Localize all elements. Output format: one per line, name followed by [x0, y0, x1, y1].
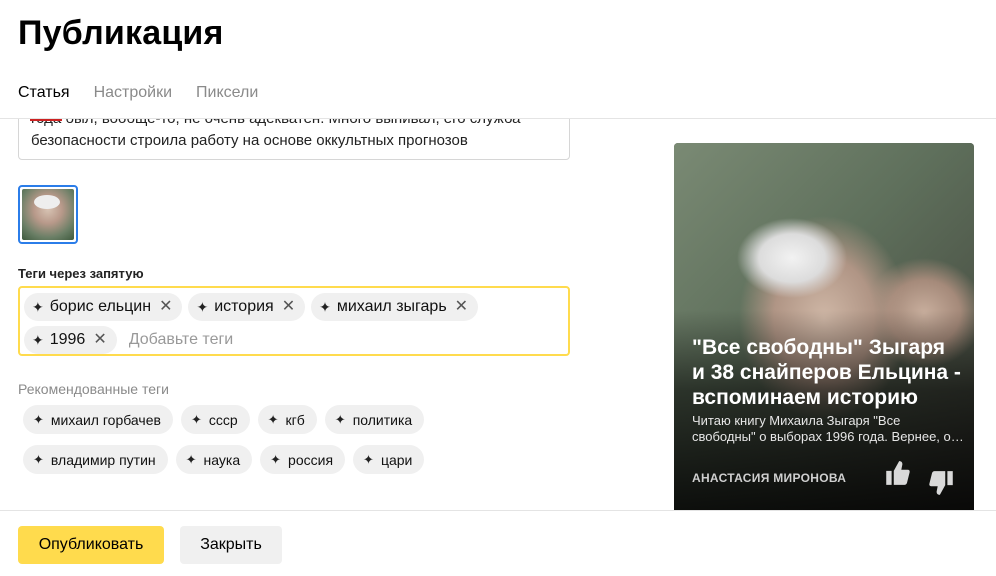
tab-settings[interactable]: Настройки: [94, 84, 172, 102]
sparkle-icon: ✦: [267, 412, 279, 427]
tag-entry-input[interactable]: [128, 330, 349, 349]
tag-label: михаил зыгарь: [336, 297, 447, 315]
tag-chip: ✦ история ✕: [188, 292, 306, 321]
recommended-tag-label: цари: [380, 451, 413, 468]
sparkle-icon: ✦: [363, 452, 374, 467]
article-text-line: безопасности строила работу на основе ок…: [31, 132, 468, 149]
recommended-tag[interactable]: ✦ михаил горбачев: [23, 405, 173, 434]
spellcheck-underline: [30, 119, 62, 121]
thumbs-up-icon[interactable]: [884, 459, 910, 487]
recommended-tag[interactable]: ✦ россия: [260, 445, 346, 474]
close-icon[interactable]: ✕: [282, 298, 295, 315]
recommended-tag[interactable]: ✦ владимир путин: [23, 445, 168, 474]
recommended-tag-label: ссср: [208, 411, 238, 428]
recommended-tags-row: ✦ михаил горбачев ✦ ссср ✦ кгб ✦ политика: [23, 405, 425, 434]
recommended-tag-label: кгб: [285, 411, 305, 428]
tag-chip: ✦ михаил зыгарь ✕: [311, 292, 479, 321]
sparkle-icon: ✦: [32, 331, 44, 348]
sparkle-icon: ✦: [32, 298, 44, 315]
cover-image-thumbnail[interactable]: [18, 185, 78, 244]
recommended-tag-label: михаил горбачев: [50, 411, 161, 428]
sparkle-icon: ✦: [190, 412, 202, 427]
main-content: года был, вообще-то, не очень адекватен.…: [0, 119, 996, 510]
recommended-tag[interactable]: ✦ наука: [175, 445, 253, 474]
card-author: АНАСТАСИЯ МИРОНОВА: [692, 471, 847, 485]
tag-label: 1996: [49, 330, 86, 348]
sparkle-icon: ✦: [33, 452, 44, 467]
recommended-tag[interactable]: ✦ кгб: [257, 405, 317, 434]
tab-pixels[interactable]: Пиксели: [196, 84, 258, 102]
tag-chip: ✦ борис ельцин ✕: [24, 292, 183, 321]
sparkle-icon: ✦: [334, 412, 346, 427]
sparkle-icon: ✦: [196, 298, 209, 315]
tag-chip: ✦ 1996 ✕: [24, 325, 117, 354]
tab-bar: Статья Настройки Пиксели: [18, 84, 258, 102]
close-button[interactable]: Закрыть: [180, 526, 282, 564]
sparkle-icon: ✦: [33, 412, 44, 427]
tags-input-box[interactable]: ✦ борис ельцин ✕ ✦ история ✕ ✦ михаил зы…: [18, 286, 570, 356]
sparkle-icon: ✦: [185, 452, 197, 467]
recommended-tag[interactable]: ✦ цари: [353, 445, 425, 474]
footer-divider: [0, 510, 996, 511]
recommended-tag[interactable]: ✦ политика: [324, 405, 425, 434]
close-icon[interactable]: ✕: [455, 298, 468, 315]
tag-label: борис ельцин: [49, 297, 152, 315]
recommended-tag[interactable]: ✦ ссср: [180, 405, 250, 434]
recommended-tags-label: Рекомендованные теги: [18, 381, 169, 397]
article-preview-card[interactable]: "Все свободны" Зыгаря и 38 снайперов Ель…: [674, 143, 974, 510]
sparkle-icon: ✦: [270, 452, 282, 467]
recommended-tag-label: россия: [288, 451, 334, 468]
thumbs-down-icon[interactable]: [929, 469, 955, 497]
tab-article[interactable]: Статья: [18, 84, 70, 102]
recommended-tags-row: ✦ владимир путин ✦ наука ✦ россия ✦ цари: [23, 445, 425, 474]
close-icon[interactable]: ✕: [159, 298, 172, 315]
tag-label: история: [214, 297, 274, 315]
recommended-tag-label: наука: [203, 451, 241, 468]
sparkle-icon: ✦: [319, 298, 331, 315]
cover-image: [22, 189, 74, 240]
article-text-field[interactable]: года был, вообще-то, не очень адекватен.…: [18, 119, 570, 160]
close-icon[interactable]: ✕: [93, 331, 106, 348]
page-title: Публикация: [18, 14, 224, 52]
recommended-tag-label: владимир путин: [50, 451, 156, 468]
card-title: "Все свободны" Зыгаря и 38 снайперов Ель…: [692, 336, 961, 409]
article-text-line: года был, вообще-то, не очень адекватен.…: [31, 119, 557, 130]
publish-button[interactable]: Опубликовать: [18, 526, 164, 564]
card-snippet: Читаю книгу Михаила Зыгаря "Все свободны…: [692, 413, 964, 444]
recommended-tag-label: политика: [352, 411, 413, 428]
tags-label: Теги через запятую: [18, 266, 144, 281]
